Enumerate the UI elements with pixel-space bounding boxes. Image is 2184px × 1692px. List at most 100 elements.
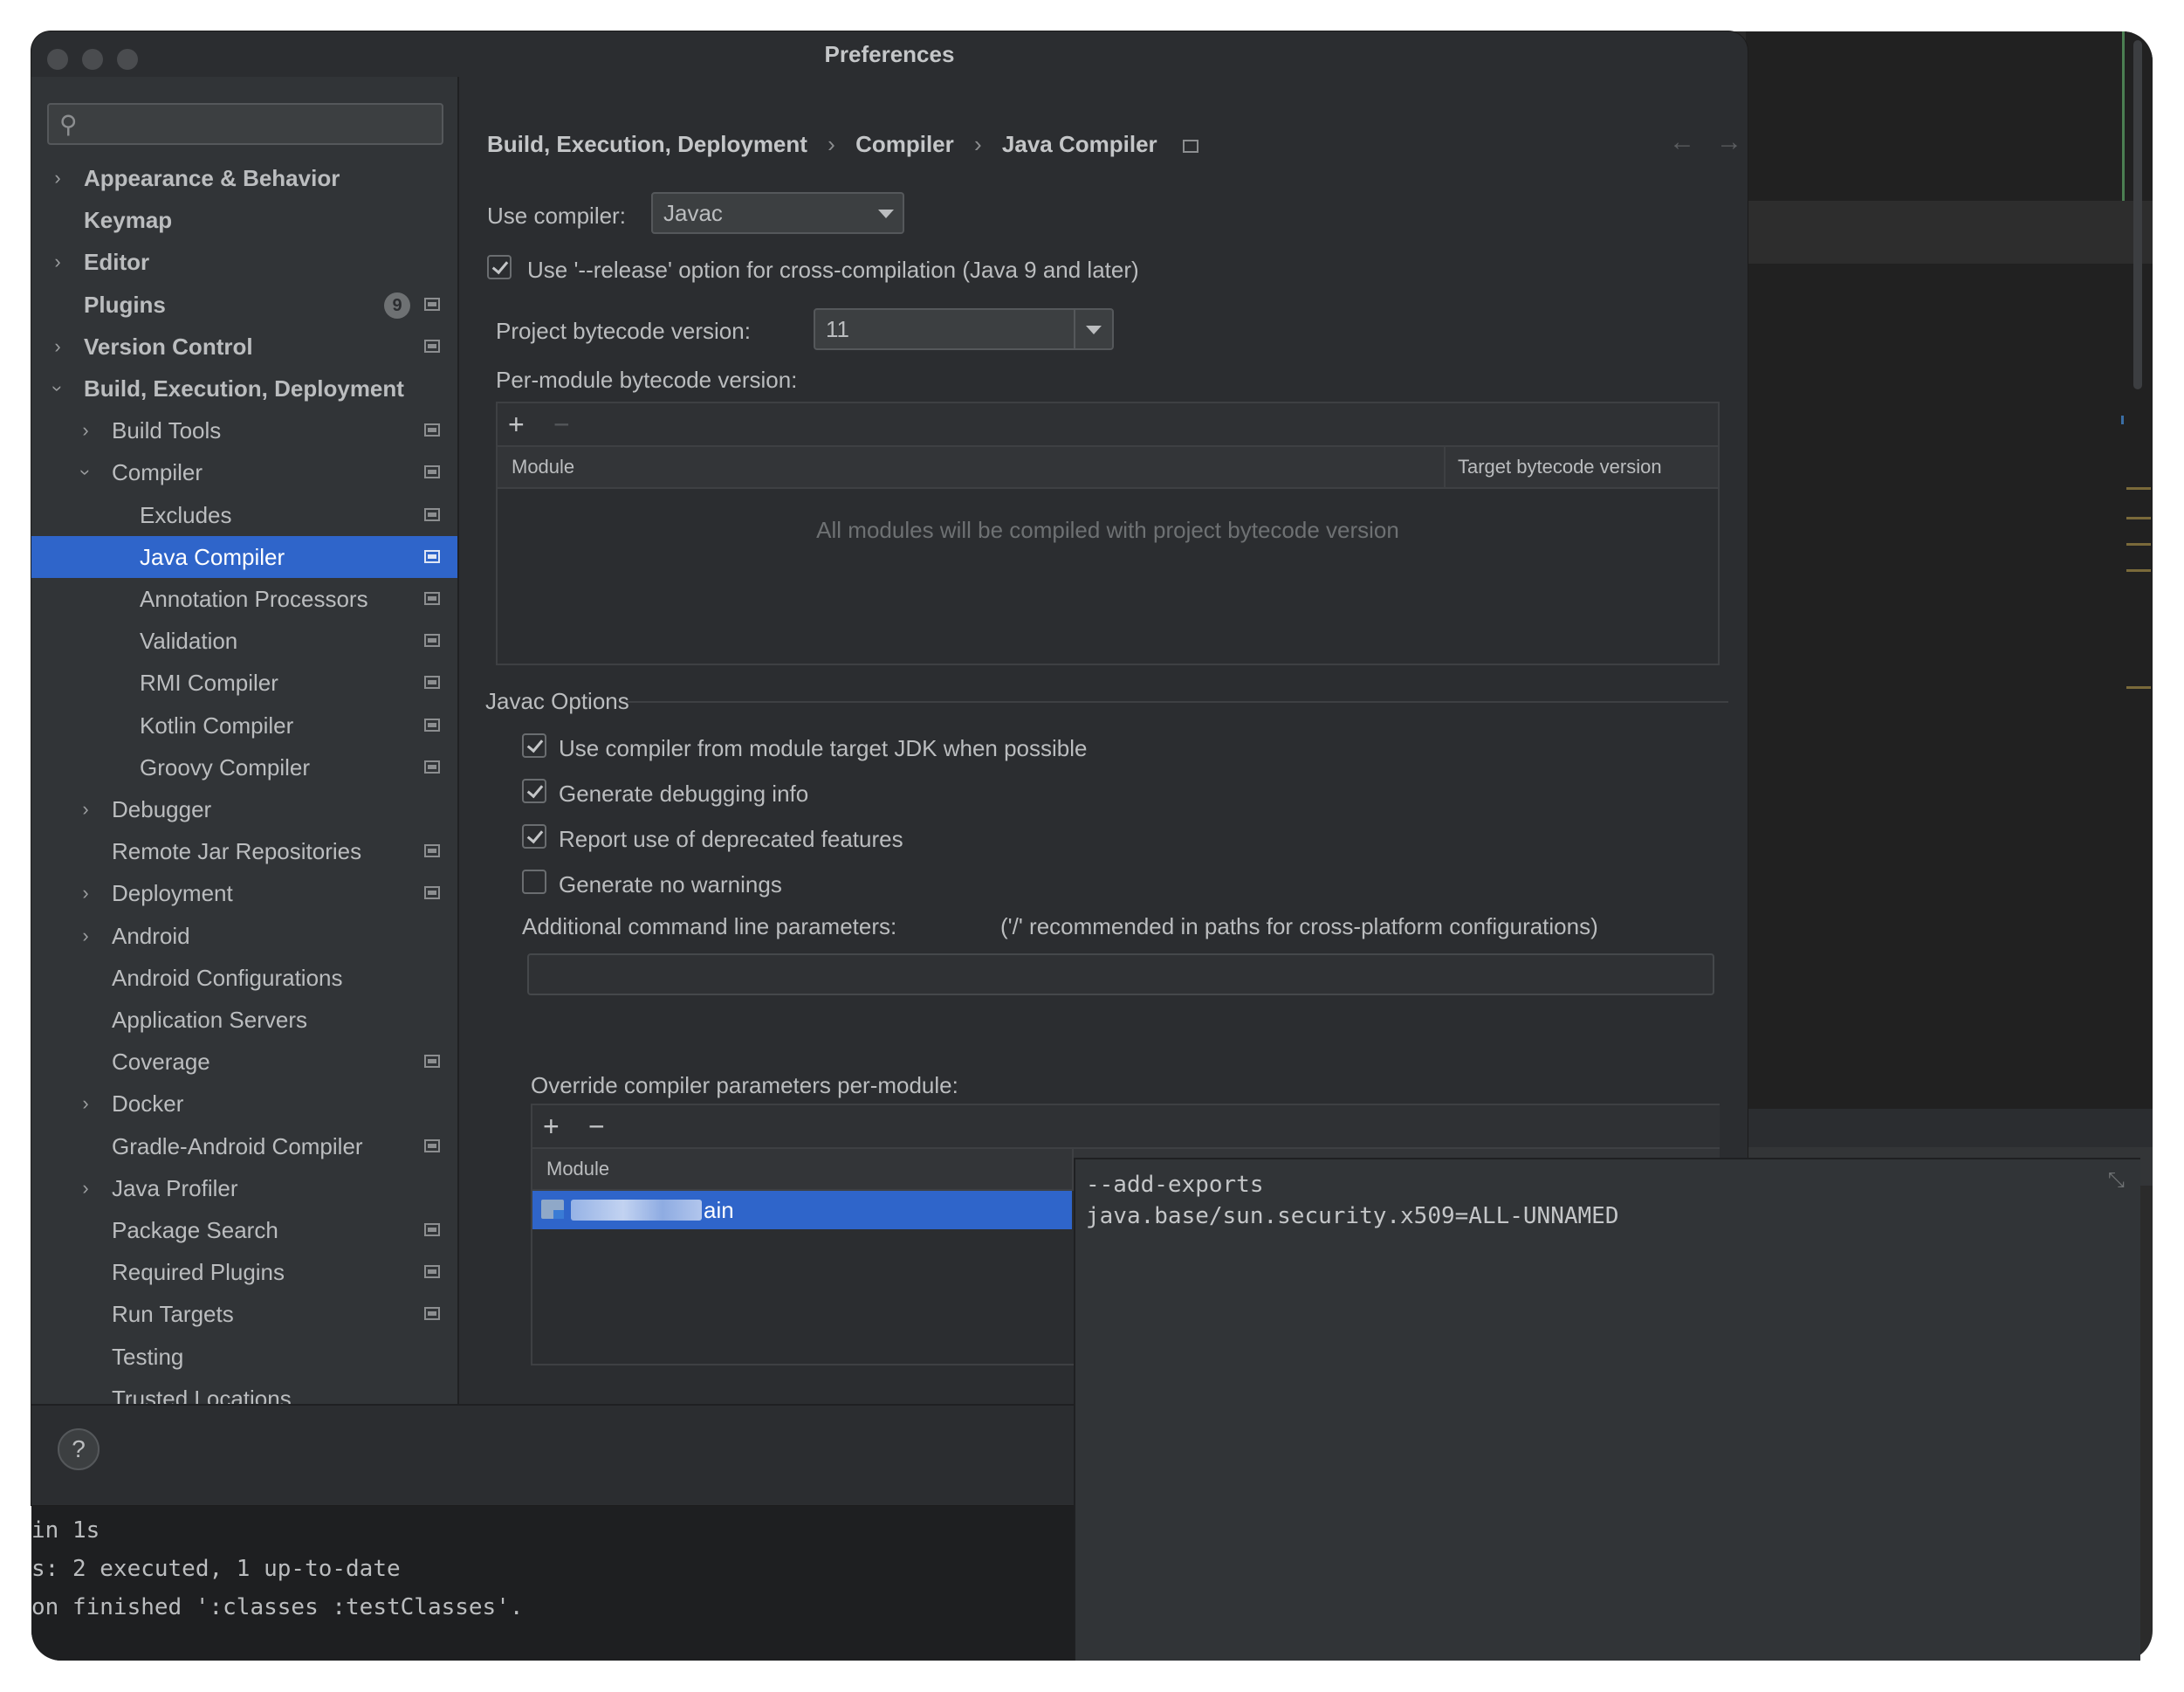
help-button[interactable]: ? (58, 1428, 100, 1470)
remove-module-button[interactable]: − (553, 409, 570, 440)
chevron-right-icon[interactable]: › (73, 915, 98, 957)
close-window-button[interactable] (47, 49, 68, 70)
sidebar-item-debugger[interactable]: › Debugger (31, 788, 457, 830)
release-option-checkbox[interactable] (487, 255, 512, 279)
sidebar-item-java-compiler[interactable]: Java Compiler (31, 535, 457, 578)
project-scope-icon (424, 1055, 440, 1069)
no-warnings-checkbox[interactable] (522, 870, 546, 894)
sidebar-item-label: Version Control (84, 333, 253, 360)
breadcrumb-separator: › (828, 131, 835, 157)
sidebar-item-deployment[interactable]: › Deployment (31, 872, 457, 914)
table-header: Module Target bytecode version (498, 445, 1718, 489)
sidebar-item-label: Annotation Processors (140, 586, 368, 612)
chevron-down-icon (878, 210, 894, 218)
column-header-target-bytecode[interactable]: Target bytecode version (1458, 447, 1662, 487)
project-scope-icon (424, 676, 440, 690)
column-header-module[interactable]: Module (512, 447, 574, 487)
sidebar-item-build-execution-deployment[interactable]: › Build, Execution, Deployment (31, 368, 457, 409)
console-line: on finished ':classes :testClasses'. (31, 1594, 524, 1620)
sidebar-item-label: Gradle-Android Compiler (112, 1132, 363, 1159)
gutter-marker (2126, 517, 2151, 519)
sidebar-item-required-plugins[interactable]: Required Plugins (31, 1251, 457, 1293)
sidebar-item-label: Appearance & Behavior (84, 165, 340, 191)
sidebar-item-rmi-compiler[interactable]: RMI Compiler (31, 662, 457, 704)
sidebar-item-groovy-compiler[interactable]: Groovy Compiler (31, 746, 457, 788)
sidebar-item-testing[interactable]: Testing (31, 1336, 457, 1378)
sidebar-item-coverage[interactable]: Coverage (31, 1041, 457, 1083)
sidebar-item-version-control[interactable]: › Version Control (31, 326, 457, 368)
sidebar-item-label: Android (112, 922, 190, 949)
sidebar-item-application-servers[interactable]: Application Servers (31, 999, 457, 1041)
search-icon: ⚲ (59, 111, 78, 138)
remove-override-button[interactable]: − (588, 1111, 605, 1142)
sidebar-item-trusted-locations[interactable]: Trusted Locations (31, 1378, 457, 1404)
editor-scrollbar[interactable] (2133, 40, 2142, 389)
redacted-module-name (571, 1200, 702, 1221)
sidebar-item-label: Coverage (112, 1049, 210, 1076)
project-bytecode-select[interactable]: 11 (814, 308, 1114, 350)
use-compiler-label: Use compiler: (487, 203, 626, 229)
project-scope-icon (424, 465, 440, 479)
sidebar-item-remote-jar-repositories[interactable]: Remote Jar Repositories (31, 830, 457, 872)
sidebar-item-label: Android Configurations (112, 964, 343, 991)
sidebar-item-label: Testing (112, 1343, 184, 1370)
deprecated-features-checkbox[interactable] (522, 824, 546, 849)
sidebar-item-keymap[interactable]: Keymap (31, 199, 457, 241)
chevron-right-icon[interactable]: › (73, 1083, 98, 1125)
project-scope-icon (424, 592, 440, 605)
compilation-options-editor[interactable]: --add-exports java.base/sun.security.x50… (1074, 1158, 2140, 1661)
sidebar-item-excludes[interactable]: Excludes (31, 494, 457, 536)
settings-search-input[interactable]: ⚲ (47, 103, 443, 145)
sidebar-item-java-profiler[interactable]: › Java Profiler (31, 1167, 457, 1209)
sidebar-item-compiler[interactable]: › Compiler (31, 451, 457, 493)
editor-area-lower (1746, 264, 2153, 1109)
compilation-option-line: java.base/sun.security.x509=ALL-UNNAMED (1086, 1203, 1619, 1229)
sidebar-item-gradle-android-compiler[interactable]: Gradle-Android Compiler (31, 1125, 457, 1167)
add-module-button[interactable]: + (508, 409, 525, 440)
sidebar-item-plugins[interactable]: Plugins 9 (31, 284, 457, 326)
minimize-window-button[interactable] (82, 49, 103, 70)
add-override-button[interactable]: + (543, 1111, 560, 1142)
chevron-right-icon[interactable]: › (45, 326, 70, 368)
sidebar-item-docker[interactable]: › Docker (31, 1083, 457, 1125)
sidebar-item-run-targets[interactable]: Run Targets (31, 1293, 457, 1335)
chevron-down-icon[interactable]: › (37, 376, 79, 401)
chevron-right-icon[interactable]: › (73, 409, 98, 451)
chevron-right-icon[interactable]: › (73, 788, 98, 830)
sidebar-item-build-tools[interactable]: › Build Tools (31, 409, 457, 451)
sidebar-item-label: RMI Compiler (140, 670, 278, 697)
chevron-down-icon[interactable]: › (65, 460, 106, 485)
project-scope-icon (424, 718, 440, 732)
additional-params-input[interactable] (527, 953, 1714, 995)
sidebar-item-android[interactable]: › Android (31, 915, 457, 957)
use-compiler-select[interactable]: Javac (651, 192, 904, 234)
sidebar-item-label: Kotlin Compiler (140, 712, 294, 739)
chevron-right-icon[interactable]: › (45, 157, 70, 199)
table-row[interactable]: ain (532, 1191, 1072, 1229)
sidebar-item-editor[interactable]: › Editor (31, 241, 457, 283)
section-divider (627, 701, 1728, 703)
table-empty-text: All modules will be compiled with projec… (816, 517, 1399, 543)
sidebar-item-appearance-behavior[interactable]: › Appearance & Behavior (31, 157, 457, 199)
column-header-module[interactable]: Module (546, 1149, 609, 1189)
use-compiler-value: Javac (663, 200, 723, 226)
chevron-right-icon[interactable]: › (73, 1167, 98, 1209)
back-arrow-icon[interactable]: ← (1669, 127, 1695, 157)
debugging-info-checkbox[interactable] (522, 779, 546, 803)
sidebar-item-label: Java Compiler (140, 543, 285, 570)
sidebar-item-annotation-processors[interactable]: Annotation Processors (31, 578, 457, 620)
use-module-jdk-checkbox[interactable] (522, 733, 546, 758)
forward-arrow-icon[interactable]: → (1716, 127, 1742, 157)
project-scope-icon (424, 1223, 440, 1236)
sidebar-item-validation[interactable]: Validation (31, 620, 457, 662)
chevron-right-icon[interactable]: › (73, 872, 98, 914)
collapse-icon[interactable]: ⤡ (2108, 1168, 2125, 1193)
sidebar-item-package-search[interactable]: Package Search (31, 1209, 457, 1251)
chevron-right-icon[interactable]: › (45, 241, 70, 283)
sidebar-item-android-configurations[interactable]: Android Configurations (31, 957, 457, 999)
breadcrumb-separator: › (974, 131, 982, 157)
zoom-window-button[interactable] (117, 49, 138, 70)
sidebar-item-kotlin-compiler[interactable]: Kotlin Compiler (31, 705, 457, 746)
column-divider[interactable] (1444, 447, 1446, 487)
sidebar-item-label: Editor (84, 249, 150, 276)
